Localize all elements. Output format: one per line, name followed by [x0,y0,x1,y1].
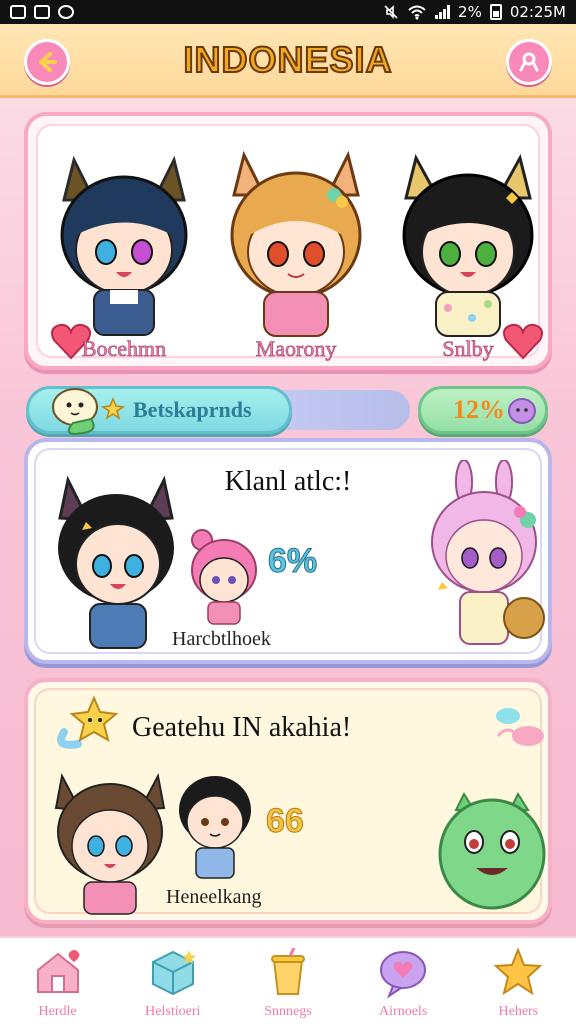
mascot-icon [52,388,126,435]
event-character-1 [54,773,166,915]
character-1-name: Bocehmn [81,336,167,362]
event-card[interactable]: Geatehu IN akahia! 66 Heneelkang [24,678,552,924]
mute-icon [384,5,398,19]
event-character-2 [179,776,251,879]
heart-bubble-icon [380,951,427,998]
battle-character-1 [58,475,174,649]
cube-icon [151,950,196,996]
battle-caption: Harcbtlhoek [172,628,271,650]
nav-item-items[interactable]: Helstioeri [118,946,228,1020]
event-inner: Geatehu IN akahia! 66 Heneelkang [34,688,546,915]
status-time: 02:25M [509,3,566,21]
hero-inner: Bocehmn Maorony Snlby [36,124,543,361]
nav-item-social[interactable]: Airnoels [348,946,458,1020]
character-3-name: Snlby [442,336,494,362]
back-button[interactable] [24,39,70,85]
nav-label-shop: Snnnegs [264,1004,312,1019]
house-icon [36,950,79,993]
page-title: INDONESIA [182,38,393,81]
nav-item-home[interactable]: Herdle [3,946,113,1020]
status-bar: 2% 02:25M [0,0,576,24]
event-deco-text: 66 [266,802,305,841]
battery-icon [489,4,502,20]
nav-label-items: Helstioeri [145,1004,201,1019]
nav-item-shop[interactable]: Snnnegs [233,946,343,1020]
tab-left-label: Betskaprnds [133,397,252,422]
event-caption: Heneelkang [166,886,262,908]
status-right-icons: 2% 02:25M [383,3,566,21]
character-3[interactable] [388,140,548,340]
character-2[interactable] [216,140,376,340]
nav-item-favorites[interactable]: Hehers [463,946,573,1020]
character-1-avatar [60,155,188,336]
clouds-icon [496,708,544,746]
battery-text: 2% [458,3,482,21]
star-mascot-icon [57,695,119,749]
cat-icon [58,5,74,19]
character-2-avatar [230,150,362,337]
event-title: Geatehu IN akahia! [132,712,352,743]
dino-mascot-icon [438,791,546,910]
nav-label-social: Airnoels [379,1004,428,1019]
character-2-name: Maorony [255,336,337,362]
battle-card[interactable]: Klanl atlc:! 6% Harcbtlhoek [24,438,552,664]
arrow-left-icon [39,52,57,72]
hero-characters-card: Bocehmn Maorony Snlby [24,112,552,370]
purple-blob-icon [508,398,536,424]
battle-character-3 [431,460,545,645]
battle-percent: 6% [267,542,318,581]
character-3-avatar [402,153,534,337]
battle-character-2 [191,529,257,625]
wifi-icon [408,5,426,20]
bottom-nav: Herdle Helstioeri Snnnegs Airnoels Heher… [0,936,576,1024]
photo-icon [10,5,26,19]
nav-label-home: Herdle [38,1004,77,1019]
header: INDONESIA [0,24,576,98]
character-1[interactable] [44,140,204,340]
tab-left[interactable]: Betskaprnds [26,386,292,435]
cup-icon [270,947,305,995]
star-icon [493,947,543,996]
nfc-icon [34,5,50,19]
tab-right-label: 12% [453,395,505,424]
tab-right[interactable]: 12% [418,386,548,434]
tab-strip-divider [280,390,410,430]
nav-label-favorites: Hehers [498,1004,539,1019]
user-icon [519,52,539,72]
profile-button[interactable] [506,39,552,85]
battle-inner: Klanl atlc:! 6% Harcbtlhoek [34,448,545,654]
status-left-icons [10,5,74,19]
signal-icon [435,5,451,19]
